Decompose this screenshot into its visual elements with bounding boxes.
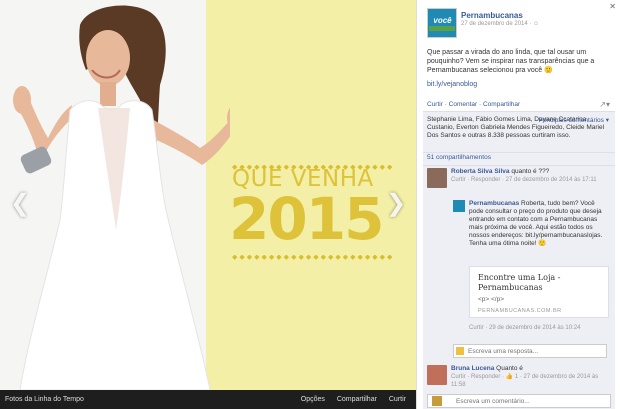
- replier-name[interactable]: Pernambucanas: [469, 200, 519, 207]
- share-menu-icon[interactable]: ↗▾: [599, 100, 610, 109]
- page-name-link[interactable]: Pernambucanas: [461, 11, 523, 20]
- photo-actions: Opções Compartilhar Curtir: [291, 396, 406, 403]
- decorative-dots-bottom: ◆◆◆◆◆◆◆◆◆◆◆◆◆◆◆◆◆◆◆◆◆◆◆◆◆◆: [232, 255, 392, 261]
- post-date[interactable]: 27 de dezembro de 2014 · ☺: [461, 21, 539, 27]
- post-text: Que passar a virada do ano linda, que ta…: [427, 49, 595, 74]
- commenter-name[interactable]: Bruna Lucena: [451, 365, 494, 372]
- reply-avatar[interactable]: [453, 200, 465, 212]
- options-button[interactable]: Opções: [301, 396, 325, 403]
- post-actions[interactable]: Curtir · Comentar · Compartilhar: [427, 101, 520, 108]
- reply-text: Roberta, tudo bem? Você pode consultar o…: [469, 200, 603, 247]
- comment-meta[interactable]: Curtir · Responder · 👍 1 · 27 de dezembr…: [451, 374, 598, 388]
- previous-photo-arrow-icon[interactable]: ❮: [10, 188, 30, 220]
- comment-text: Quanto é: [496, 365, 523, 372]
- reply: Pernambucanas Roberta, tudo bem? Você po…: [469, 200, 609, 248]
- preview-title: Encontre uma Loja - Pernambucanas: [478, 273, 561, 292]
- reply-input[interactable]: [468, 345, 604, 357]
- page-logo[interactable]: você: [427, 8, 457, 38]
- divider: [423, 152, 615, 153]
- commenter-name[interactable]: Roberta Silva Silva: [451, 168, 510, 175]
- divider: [423, 165, 615, 166]
- photo-bottom-bar: Fotos da Linha do Tempo Opções Compartil…: [0, 390, 416, 409]
- logo-wordmark: você: [433, 16, 452, 25]
- avatar[interactable]: [427, 168, 447, 188]
- link-preview[interactable]: Encontre uma Loja - Pernambucanas <p> </…: [469, 266, 609, 318]
- comment-input[interactable]: [456, 395, 606, 407]
- avatar: [456, 347, 464, 355]
- comment-text: quanto é ???: [511, 168, 550, 175]
- close-icon[interactable]: ✕: [609, 2, 616, 11]
- photo-viewer: ◆◆◆◆◆◆◆◆◆◆◆◆◆◆◆◆◆◆◆◆◆◆◆◆◆◆ QUE VENHA 201…: [0, 0, 416, 409]
- like-button[interactable]: Curtir: [389, 396, 406, 403]
- avatar: [432, 396, 442, 406]
- next-photo-arrow-icon[interactable]: ❯: [386, 188, 406, 220]
- preview-subtitle: <p> </p>: [478, 296, 505, 303]
- avatar[interactable]: [427, 365, 447, 385]
- comment-box: [427, 394, 611, 408]
- comment: Bruna Lucena Quanto é Curtir · Responder…: [451, 365, 611, 389]
- post-panel: você Pernambucanas 27 de dezembro de 201…: [416, 0, 620, 409]
- reply-meta[interactable]: Curtir · 29 de dezembro de 2014 às 10:24: [469, 324, 609, 332]
- album-link[interactable]: Fotos da Linha do Tempo: [5, 396, 84, 403]
- logo-band: [429, 26, 455, 31]
- reply-box: [453, 344, 607, 358]
- feedback-section: Stephanie Lima, Fábio Gomes Lima, Dayane…: [423, 111, 615, 409]
- shares-count[interactable]: 51 compartilhamentos: [427, 154, 611, 162]
- share-button[interactable]: Compartilhar: [337, 396, 377, 403]
- model-illustration: [13, 5, 230, 390]
- comment: Roberta Silva Silva quanto é ??? Curtir …: [451, 168, 611, 184]
- post-link[interactable]: bit.ly/vejanoblog: [427, 81, 477, 88]
- sort-comments-dropdown[interactable]: Principais comentários ▾: [539, 116, 609, 124]
- year-text: 2015: [229, 185, 384, 253]
- preview-domain: PERNAMBUCANAS.COM.BR: [478, 308, 562, 314]
- comment-meta[interactable]: Curtir · Responder · 27 de dezembro de 2…: [451, 177, 597, 183]
